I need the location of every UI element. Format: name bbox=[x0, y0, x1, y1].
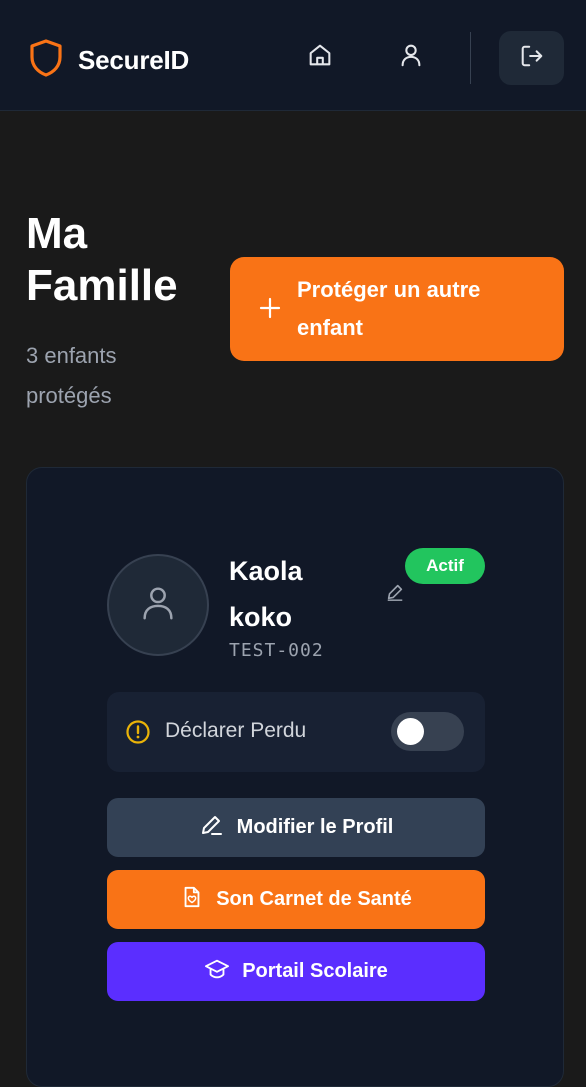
nav-divider bbox=[470, 32, 471, 84]
shield-icon bbox=[28, 38, 64, 83]
plus-icon bbox=[259, 297, 281, 319]
edit-name-icon[interactable] bbox=[385, 582, 407, 604]
health-record-button[interactable]: Son Carnet de Santé bbox=[107, 870, 485, 929]
brand[interactable]: SecureID bbox=[28, 38, 189, 83]
pencil-icon bbox=[199, 812, 225, 843]
child-card: Kaola koko TEST-002 Actif Déclarer Perdu bbox=[26, 467, 564, 1087]
graduation-cap-icon bbox=[204, 957, 230, 986]
child-name: Kaola koko bbox=[229, 556, 303, 632]
status-badge: Actif bbox=[405, 548, 485, 584]
top-navbar: SecureID bbox=[0, 0, 586, 111]
toggle-knob bbox=[397, 718, 424, 745]
edit-profile-label: Modifier le Profil bbox=[236, 816, 394, 838]
nav-home-button[interactable] bbox=[305, 42, 335, 72]
user-placeholder-icon bbox=[137, 582, 179, 629]
health-record-label: Son Carnet de Santé bbox=[216, 888, 412, 910]
school-portal-label: Portail Scolaire bbox=[242, 960, 388, 982]
page-title: Ma Famille bbox=[26, 209, 178, 310]
child-id: TEST-002 bbox=[229, 640, 324, 661]
lost-declaration-row: Déclarer Perdu bbox=[107, 692, 485, 772]
brand-name: SecureID bbox=[78, 45, 190, 75]
medical-file-icon bbox=[180, 885, 204, 914]
home-icon bbox=[306, 41, 334, 74]
edit-profile-button[interactable]: Modifier le Profil bbox=[107, 798, 485, 857]
add-child-label: Protéger un autre enfant bbox=[297, 277, 481, 340]
alert-circle-icon bbox=[125, 719, 151, 745]
lost-toggle[interactable] bbox=[391, 712, 464, 751]
lost-label: Déclarer Perdu bbox=[165, 719, 307, 742]
avatar bbox=[107, 554, 209, 656]
logout-button[interactable] bbox=[499, 31, 564, 85]
nav-profile-button[interactable] bbox=[396, 42, 426, 72]
add-child-button[interactable]: Protéger un autre enfant bbox=[230, 257, 564, 361]
user-icon bbox=[397, 41, 425, 74]
page-subtitle: 3 enfants protégés bbox=[26, 343, 117, 408]
logout-icon bbox=[519, 43, 545, 74]
school-portal-button[interactable]: Portail Scolaire bbox=[107, 942, 485, 1001]
